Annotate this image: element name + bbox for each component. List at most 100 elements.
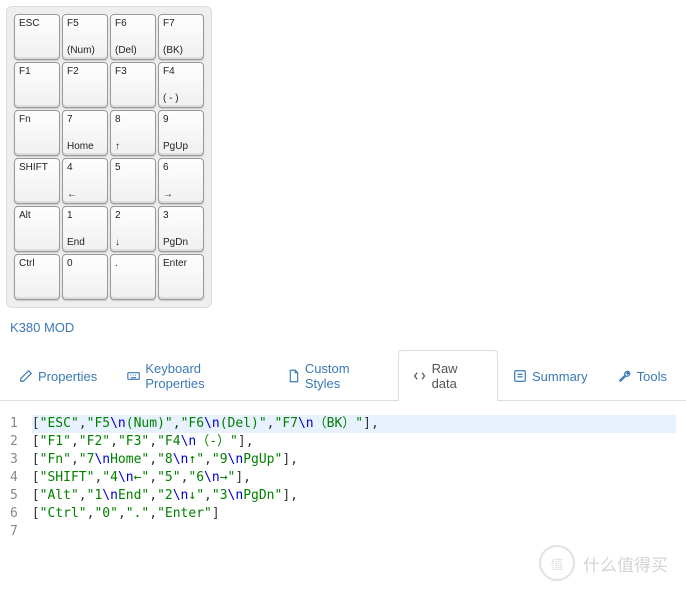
- watermark: 值 什么值得买: [539, 545, 668, 581]
- key-top-label: F2: [67, 66, 103, 77]
- tab-label: Keyboard Properties: [145, 361, 256, 391]
- key-bottom-label: (BK): [163, 45, 199, 56]
- code-line: ["SHIFT","4\n←","5","6\n→"],: [32, 469, 676, 487]
- tab-label: Summary: [532, 369, 588, 384]
- tab-custom-styles[interactable]: Custom Styles: [272, 350, 399, 401]
- line-gutter: 1234567: [10, 415, 32, 541]
- key[interactable]: 7 Home: [62, 110, 108, 156]
- key-top-label: 7: [67, 114, 103, 125]
- key-bottom-label: PgUp: [163, 141, 199, 152]
- line-number: 7: [10, 523, 18, 541]
- key-top-label: Fn: [19, 114, 55, 125]
- key[interactable]: 6→: [158, 158, 204, 204]
- key-top-label: Alt: [19, 210, 55, 221]
- key[interactable]: F1: [14, 62, 60, 108]
- tab-label: Custom Styles: [305, 361, 384, 391]
- key-top-label: SHIFT: [19, 162, 55, 173]
- tab-tools[interactable]: Tools: [603, 350, 682, 401]
- document-icon: [287, 369, 300, 383]
- code-line: [32, 523, 676, 541]
- key[interactable]: Fn: [14, 110, 60, 156]
- tab-label: Raw data: [432, 361, 483, 391]
- code-line: ["Ctrl","0",".","Enter"]: [32, 505, 676, 523]
- key-top-label: F5: [67, 18, 103, 29]
- key-bottom-label: PgDn: [163, 237, 199, 248]
- key-top-label: 1: [67, 210, 103, 221]
- watermark-text: 什么值得买: [583, 551, 668, 576]
- key[interactable]: 4←: [62, 158, 108, 204]
- key-top-label: F6: [115, 18, 151, 29]
- key-bottom-label: ←: [67, 189, 103, 200]
- code-icon: [413, 369, 426, 383]
- key-top-label: 9: [163, 114, 199, 125]
- key[interactable]: .: [110, 254, 156, 300]
- tab-keyboard-properties[interactable]: Keyboard Properties: [112, 350, 271, 401]
- code-line: ["ESC","F5\n(Num)","F6\n(Del)","F7\n（BK）…: [32, 415, 676, 433]
- tab-summary[interactable]: Summary: [498, 350, 603, 401]
- key[interactable]: SHIFT: [14, 158, 60, 204]
- key[interactable]: 2↓: [110, 206, 156, 252]
- line-number: 2: [10, 433, 18, 451]
- key-bottom-label: ↓: [115, 237, 151, 248]
- key-top-label: Enter: [163, 258, 199, 269]
- list-icon: [513, 369, 527, 383]
- key[interactable]: 1 End: [62, 206, 108, 252]
- tab-properties[interactable]: Properties: [4, 350, 112, 401]
- key[interactable]: F5 (Num): [62, 14, 108, 60]
- key-bottom-label: (Del): [115, 45, 151, 56]
- key-top-label: 4: [67, 162, 103, 173]
- key[interactable]: 9 PgUp: [158, 110, 204, 156]
- key[interactable]: F3: [110, 62, 156, 108]
- key[interactable]: 5: [110, 158, 156, 204]
- line-number: 1: [10, 415, 18, 433]
- key[interactable]: F6 (Del): [110, 14, 156, 60]
- key-top-label: .: [115, 258, 151, 269]
- key[interactable]: F4 ( - ): [158, 62, 204, 108]
- key-bottom-label: ↑: [115, 141, 151, 152]
- wrench-icon: [618, 369, 632, 383]
- line-number: 5: [10, 487, 18, 505]
- code-content[interactable]: ["ESC","F5\n(Num)","F6\n(Del)","F7\n（BK）…: [32, 415, 676, 541]
- raw-data-editor[interactable]: 1234567 ["ESC","F5\n(Num)","F6\n(Del)","…: [10, 415, 676, 541]
- key-bottom-label: →: [163, 189, 199, 200]
- tab-raw-data[interactable]: Raw data: [398, 350, 498, 401]
- key-top-label: F4: [163, 66, 199, 77]
- watermark-icon: 值: [539, 545, 575, 581]
- key-top-label: 2: [115, 210, 151, 221]
- pencil-icon: [19, 369, 33, 383]
- key-top-label: 3: [163, 210, 199, 221]
- key[interactable]: Alt: [14, 206, 60, 252]
- line-number: 4: [10, 469, 18, 487]
- key[interactable]: ESC: [14, 14, 60, 60]
- key[interactable]: Ctrl: [14, 254, 60, 300]
- line-number: 3: [10, 451, 18, 469]
- key-top-label: 0: [67, 258, 103, 269]
- line-number: 6: [10, 505, 18, 523]
- code-line: ["F1","F2","F3","F4\n（-）"],: [32, 433, 676, 451]
- layout-name[interactable]: K380 MOD: [10, 320, 676, 335]
- key[interactable]: F7 (BK): [158, 14, 204, 60]
- key-bottom-label: (Num): [67, 45, 103, 56]
- key[interactable]: Enter: [158, 254, 204, 300]
- code-line: ["Fn","7\nHome","8\n↑","9\nPgUp"],: [32, 451, 676, 469]
- keyboard-icon: [127, 369, 140, 383]
- key-top-label: 6: [163, 162, 199, 173]
- key-top-label: 5: [115, 162, 151, 173]
- key-top-label: F7: [163, 18, 199, 29]
- key[interactable]: 0: [62, 254, 108, 300]
- tab-label: Tools: [637, 369, 667, 384]
- key[interactable]: 3 PgDn: [158, 206, 204, 252]
- key-top-label: 8: [115, 114, 151, 125]
- key-top-label: ESC: [19, 18, 55, 29]
- tabs-bar: Properties Keyboard Properties Custom St…: [0, 349, 686, 401]
- key-bottom-label: ( - ): [163, 93, 199, 104]
- key[interactable]: 8↑: [110, 110, 156, 156]
- tab-label: Properties: [38, 369, 97, 384]
- code-line: ["Alt","1\nEnd","2\n↓","3\nPgDn"],: [32, 487, 676, 505]
- key-top-label: F3: [115, 66, 151, 77]
- key-top-label: F1: [19, 66, 55, 77]
- key[interactable]: F2: [62, 62, 108, 108]
- key-bottom-label: Home: [67, 141, 103, 152]
- key-bottom-label: End: [67, 237, 103, 248]
- key-top-label: Ctrl: [19, 258, 55, 269]
